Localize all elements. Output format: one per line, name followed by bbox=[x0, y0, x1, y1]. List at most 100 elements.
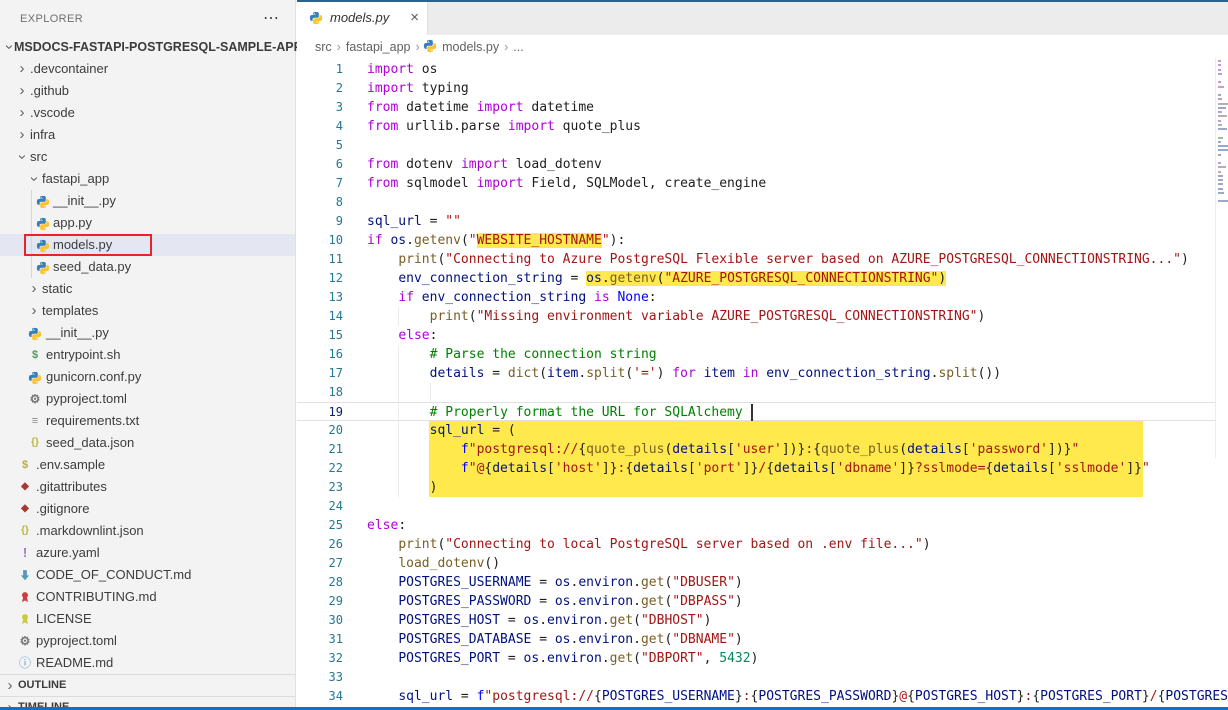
line-number[interactable]: 31 bbox=[297, 630, 343, 649]
code-line-22[interactable]: 22 f"@{details['host']}:{details['port']… bbox=[297, 459, 1228, 478]
code-line-23[interactable]: 23 ) bbox=[297, 478, 1228, 497]
code-line-10[interactable]: 10if os.getenv("WEBSITE_HOSTNAME"): bbox=[297, 231, 1228, 250]
code-line-21[interactable]: 21 f"postgresql://{quote_plus(details['u… bbox=[297, 440, 1228, 459]
line-number[interactable]: 34 bbox=[297, 687, 343, 706]
line-number[interactable]: 30 bbox=[297, 611, 343, 630]
line-number[interactable]: 32 bbox=[297, 649, 343, 668]
tree-item-CODE_OF_CONDUCT.md[interactable]: CODE_OF_CONDUCT.md bbox=[0, 564, 295, 586]
code-line-8[interactable]: 8 bbox=[297, 193, 1228, 212]
code-line-26[interactable]: 26 print("Connecting to local PostgreSQL… bbox=[297, 535, 1228, 554]
breadcrumb-src[interactable]: src bbox=[315, 40, 332, 54]
line-number[interactable]: 29 bbox=[297, 592, 343, 611]
code-line-15[interactable]: 15 else: bbox=[297, 326, 1228, 345]
tree-item-infra[interactable]: ›infra bbox=[0, 124, 295, 146]
tree-item-azure.yaml[interactable]: !azure.yaml bbox=[0, 542, 295, 564]
tree-item-entrypoint.sh[interactable]: $entrypoint.sh bbox=[0, 344, 295, 366]
code-line-25[interactable]: 25else: bbox=[297, 516, 1228, 535]
code-line-7[interactable]: 7from sqlmodel import Field, SQLModel, c… bbox=[297, 174, 1228, 193]
line-number[interactable]: 1 bbox=[297, 60, 343, 79]
line-number[interactable]: 18 bbox=[297, 383, 343, 402]
tree-item-LICENSE[interactable]: LICENSE bbox=[0, 608, 295, 630]
tree-item-src[interactable]: ›src bbox=[0, 146, 295, 168]
tree-item-seed_data.json[interactable]: {}seed_data.json bbox=[0, 432, 295, 454]
code-line-18[interactable]: 18 bbox=[297, 383, 1228, 402]
close-icon[interactable]: × bbox=[410, 9, 419, 26]
tree-item-.env.sample[interactable]: $.env.sample bbox=[0, 454, 295, 476]
code-line-24[interactable]: 24 bbox=[297, 497, 1228, 516]
code-line-16[interactable]: 16 # Parse the connection string bbox=[297, 345, 1228, 364]
code-line-31[interactable]: 31 POSTGRES_DATABASE = os.environ.get("D… bbox=[297, 630, 1228, 649]
line-number[interactable]: 3 bbox=[297, 98, 343, 117]
tree-item-models.py[interactable]: models.py bbox=[0, 234, 295, 256]
tree-item-.gitattributes[interactable]: ◆.gitattributes bbox=[0, 476, 295, 498]
line-number[interactable]: 6 bbox=[297, 155, 343, 174]
line-number[interactable]: 22 bbox=[297, 459, 343, 478]
line-number[interactable]: 33 bbox=[297, 668, 343, 687]
line-number[interactable]: 17 bbox=[297, 364, 343, 383]
tree-item-__init__.py[interactable]: __init__.py bbox=[0, 190, 295, 212]
tree-item-.markdownlint.json[interactable]: {}.markdownlint.json bbox=[0, 520, 295, 542]
tree-item-gunicorn.conf.py[interactable]: gunicorn.conf.py bbox=[0, 366, 295, 388]
line-number[interactable]: 11 bbox=[297, 250, 343, 269]
code-line-17[interactable]: 17 details = dict(item.split('=') for it… bbox=[297, 364, 1228, 383]
tree-item-seed_data.py[interactable]: seed_data.py bbox=[0, 256, 295, 278]
code-line-13[interactable]: 13 if env_connection_string is None: bbox=[297, 288, 1228, 307]
line-number[interactable]: 14 bbox=[297, 307, 343, 326]
minimap[interactable] bbox=[1215, 58, 1228, 458]
tree-item-CONTRIBUTING.md[interactable]: CONTRIBUTING.md bbox=[0, 586, 295, 608]
code-line-30[interactable]: 30 POSTGRES_HOST = os.environ.get("DBHOS… bbox=[297, 611, 1228, 630]
line-number[interactable]: 26 bbox=[297, 535, 343, 554]
code-line-29[interactable]: 29 POSTGRES_PASSWORD = os.environ.get("D… bbox=[297, 592, 1228, 611]
line-number[interactable]: 20 bbox=[297, 421, 343, 440]
code-line-11[interactable]: 11 print("Connecting to Azure PostgreSQL… bbox=[297, 250, 1228, 269]
code-line-9[interactable]: 9sql_url = "" bbox=[297, 212, 1228, 231]
tree-item-static[interactable]: ›static bbox=[0, 278, 295, 300]
tree-item-fastapi_app[interactable]: ›fastapi_app bbox=[0, 168, 295, 190]
line-number[interactable]: 7 bbox=[297, 174, 343, 193]
line-number[interactable]: 28 bbox=[297, 573, 343, 592]
code-line-4[interactable]: 4from urllib.parse import quote_plus bbox=[297, 117, 1228, 136]
line-number[interactable]: 2 bbox=[297, 79, 343, 98]
line-number[interactable]: 24 bbox=[297, 497, 343, 516]
breadcrumb-fastapi-app[interactable]: fastapi_app bbox=[346, 40, 411, 54]
tree-item-app.py[interactable]: app.py bbox=[0, 212, 295, 234]
code-line-19[interactable]: 19 # Properly format the URL for SQLAlch… bbox=[297, 402, 1228, 421]
line-number[interactable]: 10 bbox=[297, 231, 343, 250]
tree-item-.vscode[interactable]: ›.vscode bbox=[0, 102, 295, 124]
tree-item-__init__.py[interactable]: __init__.py bbox=[0, 322, 295, 344]
line-number[interactable]: 5 bbox=[297, 136, 343, 155]
line-number[interactable]: 13 bbox=[297, 288, 343, 307]
code-line-27[interactable]: 27 load_dotenv() bbox=[297, 554, 1228, 573]
code-line-12[interactable]: 12 env_connection_string = os.getenv("AZ… bbox=[297, 269, 1228, 288]
line-number[interactable]: 21 bbox=[297, 440, 343, 459]
line-number[interactable]: 9 bbox=[297, 212, 343, 231]
breadcrumb-models-py[interactable]: models.py bbox=[442, 40, 499, 54]
code-line-20[interactable]: 20 sql_url = ( bbox=[297, 421, 1228, 440]
tree-item-pyproject.toml[interactable]: ⚙pyproject.toml bbox=[0, 388, 295, 410]
code-line-3[interactable]: 3from datetime import datetime bbox=[297, 98, 1228, 117]
line-number[interactable]: 25 bbox=[297, 516, 343, 535]
tree-item-.github[interactable]: ›.github bbox=[0, 80, 295, 102]
code-line-33[interactable]: 33 bbox=[297, 668, 1228, 687]
tree-item-pyproject.toml[interactable]: ⚙pyproject.toml bbox=[0, 630, 295, 652]
line-number[interactable]: 12 bbox=[297, 269, 343, 288]
tab-models-py[interactable]: models.py × bbox=[297, 2, 428, 35]
line-number[interactable]: 27 bbox=[297, 554, 343, 573]
code-editor[interactable]: 1import os2import typing3from datetime i… bbox=[297, 60, 1228, 706]
code-line-32[interactable]: 32 POSTGRES_PORT = os.environ.get("DBPOR… bbox=[297, 649, 1228, 668]
line-number[interactable]: 16 bbox=[297, 345, 343, 364]
tree-item-requirements.txt[interactable]: ≡requirements.txt bbox=[0, 410, 295, 432]
code-line-2[interactable]: 2import typing bbox=[297, 79, 1228, 98]
more-actions-icon[interactable]: ⋯ bbox=[263, 8, 279, 28]
code-line-28[interactable]: 28 POSTGRES_USERNAME = os.environ.get("D… bbox=[297, 573, 1228, 592]
breadcrumb-symbols[interactable]: ... bbox=[513, 40, 523, 54]
code-line-5[interactable]: 5 bbox=[297, 136, 1228, 155]
line-number[interactable]: 4 bbox=[297, 117, 343, 136]
tree-item-.devcontainer[interactable]: ›.devcontainer bbox=[0, 58, 295, 80]
code-line-14[interactable]: 14 print("Missing environment variable A… bbox=[297, 307, 1228, 326]
line-number[interactable]: 8 bbox=[297, 193, 343, 212]
tree-item-templates[interactable]: ›templates bbox=[0, 300, 295, 322]
code-line-6[interactable]: 6from dotenv import load_dotenv bbox=[297, 155, 1228, 174]
sidebar-section-outline[interactable]: › OUTLINE bbox=[0, 674, 295, 696]
code-line-1[interactable]: 1import os bbox=[297, 60, 1228, 79]
